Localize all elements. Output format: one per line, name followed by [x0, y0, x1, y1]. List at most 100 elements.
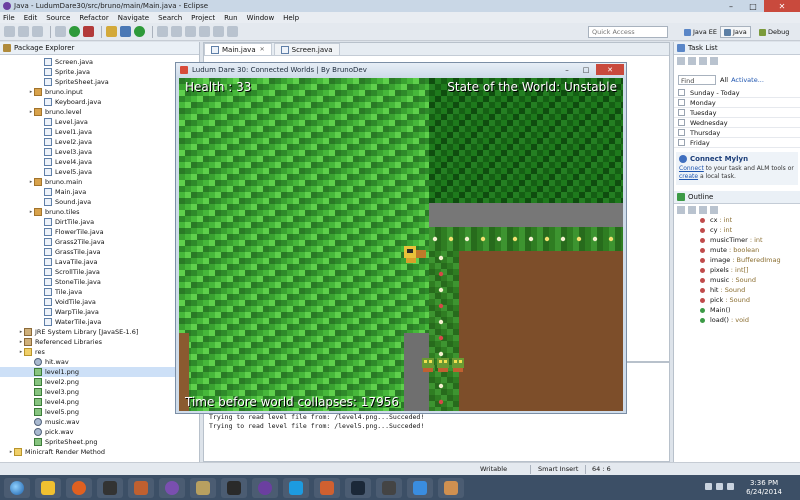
taskbar-app[interactable] — [190, 477, 216, 498]
taskbar-app[interactable] — [128, 477, 154, 498]
task-day-row[interactable]: Wednesday — [674, 118, 800, 128]
task-find-input[interactable]: Find — [678, 75, 716, 85]
new-task-icon[interactable] — [677, 56, 685, 65]
menu-project[interactable]: Project — [191, 14, 215, 22]
external-tools-icon[interactable] — [83, 26, 94, 37]
sort-icon[interactable] — [677, 205, 685, 214]
tab-screen-java[interactable]: Screen.java — [273, 43, 340, 55]
task-filter-icon[interactable] — [688, 56, 696, 65]
game-window[interactable]: Ludum Dare 30: Connected Worlds | By Bru… — [175, 62, 627, 414]
day-checkbox[interactable] — [678, 129, 685, 136]
task-day-row[interactable]: Tuesday — [674, 108, 800, 118]
day-checkbox[interactable] — [678, 99, 685, 106]
tree-item[interactable]: level4.png — [0, 397, 199, 407]
tree-item[interactable]: Grass2Tile.java — [0, 237, 199, 247]
outline-item[interactable]: music: Sound — [674, 275, 800, 285]
tree-item[interactable]: Level4.java — [0, 157, 199, 167]
tree-item[interactable]: hit.wav — [0, 357, 199, 367]
perspective-java[interactable]: Java — [720, 26, 751, 38]
outline-item[interactable]: load(): void — [674, 315, 800, 325]
tree-item[interactable]: ▸ Referenced Libraries — [0, 337, 199, 347]
outline-item[interactable]: mute: boolean — [674, 245, 800, 255]
create-task-link[interactable]: create — [679, 173, 698, 180]
tree-item[interactable]: ScrollTile.java — [0, 267, 199, 277]
menu-navigate[interactable]: Navigate — [118, 14, 149, 22]
tree-item[interactable]: Sprite.java — [0, 67, 199, 77]
game-close-button[interactable]: ✕ — [596, 64, 624, 75]
taskbar-app[interactable] — [283, 477, 309, 498]
task-activate-link[interactable]: Activate... — [731, 76, 764, 84]
tree-item[interactable]: level1.png — [0, 367, 199, 377]
outline-item[interactable]: hit: Sound — [674, 285, 800, 295]
tree-item[interactable]: VoidTile.java — [0, 297, 199, 307]
taskbar-app[interactable] — [159, 477, 185, 498]
task-day-row[interactable]: Monday — [674, 98, 800, 108]
tree-item[interactable]: WaterTile.java — [0, 317, 199, 327]
taskbar-app[interactable] — [438, 477, 464, 498]
tree-item[interactable]: GrassTile.java — [0, 247, 199, 257]
previous-annotation-icon[interactable] — [199, 26, 210, 37]
tree-item[interactable]: Level3.java — [0, 147, 199, 157]
tree-item[interactable]: SpriteSheet.java — [0, 77, 199, 87]
day-checkbox[interactable] — [678, 119, 685, 126]
game-canvas[interactable]: Health : 33 State of the World: Unstable… — [179, 78, 623, 411]
day-checkbox[interactable] — [678, 89, 685, 96]
taskbar-app[interactable] — [221, 477, 247, 498]
forward-icon[interactable] — [227, 26, 238, 37]
maximize-button[interactable]: □ — [742, 0, 764, 12]
tree-item[interactable]: Level2.java — [0, 137, 199, 147]
task-focus-icon[interactable] — [699, 56, 707, 65]
hide-nonpublic-icon[interactable] — [710, 205, 718, 214]
perspective-debug[interactable]: Debug — [755, 26, 793, 38]
taskbar-app[interactable] — [252, 477, 278, 498]
quick-access-input[interactable]: Quick Access — [588, 26, 668, 38]
tree-item[interactable]: SpriteSheet.png — [0, 437, 199, 447]
tree-item[interactable]: ▸ bruno.tiles — [0, 207, 199, 217]
tab-main-java[interactable]: Main.java ✕ — [204, 43, 272, 55]
tree-item[interactable]: pick.wav — [0, 427, 199, 437]
taskbar-app[interactable] — [97, 477, 123, 498]
hide-fields-icon[interactable] — [688, 205, 696, 214]
menu-window[interactable]: Window — [247, 14, 275, 22]
perspective-java-ee[interactable]: Java EE — [680, 26, 721, 38]
task-day-row[interactable]: Friday — [674, 138, 800, 148]
tree-item[interactable]: ▸ bruno.main — [0, 177, 199, 187]
task-filter-all[interactable]: All — [720, 76, 728, 84]
tree-item[interactable]: Tile.java — [0, 287, 199, 297]
tree-item[interactable]: ▸ bruno.input — [0, 87, 199, 97]
taskbar-clock[interactable]: 3:36 PM 6/24/2014 — [746, 479, 782, 497]
taskbar-app[interactable] — [345, 477, 371, 498]
taskbar-app[interactable] — [376, 477, 402, 498]
tree-item[interactable]: WarpTile.java — [0, 307, 199, 317]
outline-item[interactable]: image: BufferedImag — [674, 255, 800, 265]
search-icon[interactable] — [171, 26, 182, 37]
run-icon[interactable] — [69, 26, 80, 37]
next-annotation-icon[interactable] — [185, 26, 196, 37]
menu-help[interactable]: Help — [283, 14, 299, 22]
task-day-row[interactable]: Thursday — [674, 128, 800, 138]
day-checkbox[interactable] — [678, 139, 685, 146]
back-icon[interactable] — [213, 26, 224, 37]
tree-item[interactable]: Keyboard.java — [0, 97, 199, 107]
tree-item[interactable]: level2.png — [0, 377, 199, 387]
tree-item[interactable]: ▸ bruno.level — [0, 107, 199, 117]
outline-item[interactable]: musicTimer: int — [674, 235, 800, 245]
menu-search[interactable]: Search — [158, 14, 182, 22]
tree-item[interactable]: level5.png — [0, 407, 199, 417]
menu-edit[interactable]: Edit — [24, 14, 38, 22]
tree-item[interactable]: FlowerTile.java — [0, 227, 199, 237]
print-icon[interactable] — [32, 26, 43, 37]
volume-icon[interactable] — [727, 483, 734, 490]
taskbar-app[interactable] — [314, 477, 340, 498]
connect-link[interactable]: Connect — [679, 165, 704, 172]
collapse-all-icon[interactable] — [710, 56, 718, 65]
outline-item[interactable]: cx: int — [674, 215, 800, 225]
tree-item[interactable]: Level5.java — [0, 167, 199, 177]
task-day-row[interactable]: Sunday - Today — [674, 88, 800, 98]
new-package-icon[interactable] — [120, 26, 131, 37]
tree-item[interactable]: LavaTile.java — [0, 257, 199, 267]
tree-item[interactable]: StoneTile.java — [0, 277, 199, 287]
new-class-icon[interactable] — [134, 26, 145, 37]
new-java-project-icon[interactable] — [106, 26, 117, 37]
tree-item[interactable]: Screen.java — [0, 57, 199, 67]
